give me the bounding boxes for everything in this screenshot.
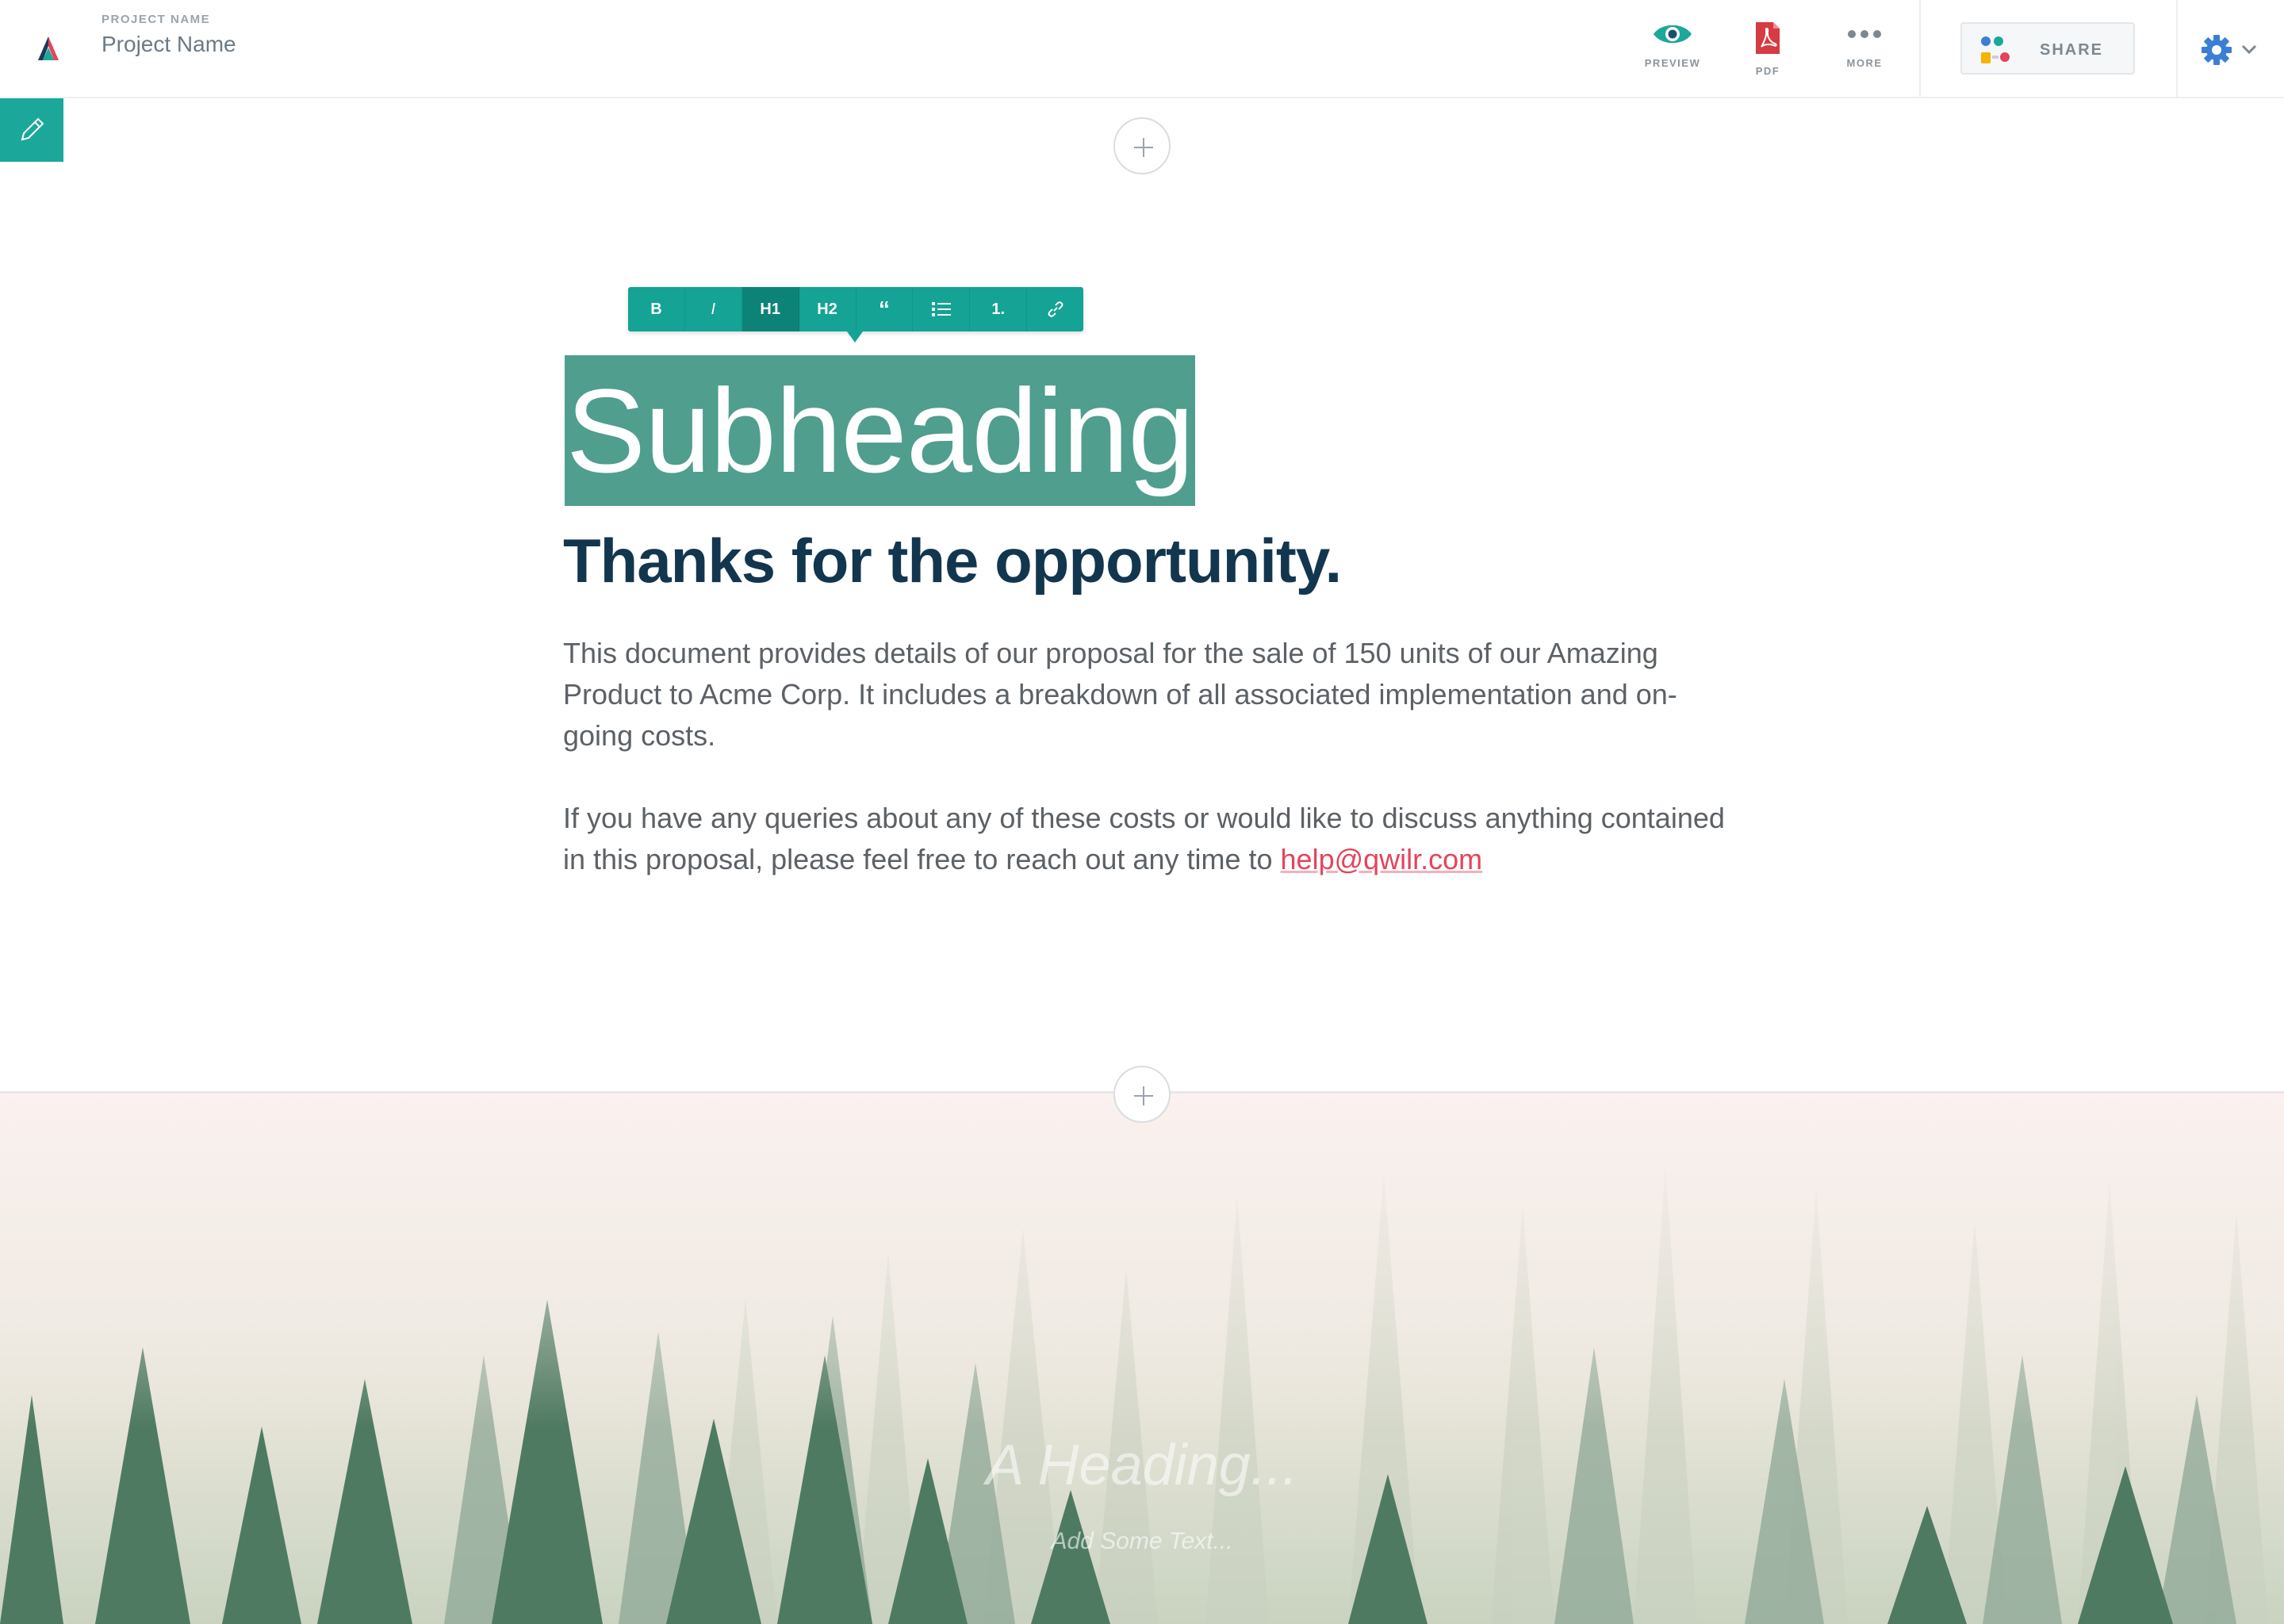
plus-icon — [1134, 138, 1153, 157]
share-button[interactable]: SHARE — [1960, 22, 2135, 75]
top-bar: PROJECT NAME Project Name PREVIEW PDF MO… — [0, 0, 2284, 98]
hero-image-block: A Heading... Add Some Text... — [0, 1094, 2284, 1624]
hero-heading-placeholder[interactable]: A Heading... — [0, 1433, 2284, 1498]
contact-paragraph-text: If you have any queries about any of the… — [563, 802, 1725, 875]
contact-paragraph[interactable]: If you have any queries about any of the… — [563, 798, 1737, 880]
toolbar-pointer — [847, 331, 863, 343]
share-people-icon — [1981, 36, 2010, 63]
link-icon — [1048, 301, 1063, 317]
email-link[interactable]: help@qwilr.com — [1281, 843, 1483, 875]
bullet-list-icon — [931, 302, 951, 316]
bold-button[interactable]: B — [628, 287, 685, 331]
qwilr-logo-icon[interactable] — [35, 35, 62, 62]
settings-menu-button[interactable] — [2200, 32, 2263, 68]
preview-button[interactable]: PREVIEW — [1629, 17, 1716, 84]
subheading-selected-text[interactable]: Subheading — [565, 355, 1195, 506]
share-label: SHARE — [2040, 41, 2104, 59]
pdf-button[interactable]: PDF — [1724, 17, 1811, 84]
header-divider-2 — [2176, 0, 2178, 98]
hero-text-placeholder[interactable]: Add Some Text... — [0, 1528, 2284, 1555]
more-label: MORE — [1846, 57, 1883, 69]
bullet-list-button[interactable] — [913, 287, 971, 331]
page-heading[interactable]: Thanks for the opportunity. — [563, 525, 1342, 597]
h2-button[interactable]: H2 — [799, 287, 856, 331]
gear-icon — [2202, 35, 2232, 65]
intro-paragraph[interactable]: This document provides details of our pr… — [563, 633, 1737, 756]
header-divider — [1919, 0, 1921, 98]
h1-button[interactable]: H1 — [742, 287, 799, 331]
eye-icon — [1654, 25, 1692, 44]
pencil-icon — [21, 117, 44, 141]
numbered-list-button[interactable]: 1. — [970, 287, 1028, 331]
link-button[interactable] — [1027, 287, 1083, 331]
preview-label: PREVIEW — [1644, 57, 1701, 69]
plus-icon — [1134, 1086, 1153, 1105]
text-format-toolbar: B I H1 H2 “ 1. — [628, 287, 1083, 331]
italic-button[interactable]: I — [685, 287, 742, 331]
add-block-button-middle[interactable] — [1113, 1066, 1171, 1123]
project-name-label: PROJECT NAME — [102, 13, 211, 26]
edit-block-button[interactable] — [0, 98, 63, 162]
add-block-button-top[interactable] — [1113, 117, 1171, 174]
ellipsis-icon — [1848, 30, 1881, 38]
pdf-file-icon — [1756, 22, 1780, 54]
chevron-down-icon — [2241, 44, 2257, 55]
pdf-label: PDF — [1755, 65, 1780, 77]
project-name-field[interactable]: Project Name — [102, 32, 236, 57]
quote-button[interactable]: “ — [856, 287, 914, 331]
more-button[interactable]: MORE — [1821, 17, 1908, 84]
